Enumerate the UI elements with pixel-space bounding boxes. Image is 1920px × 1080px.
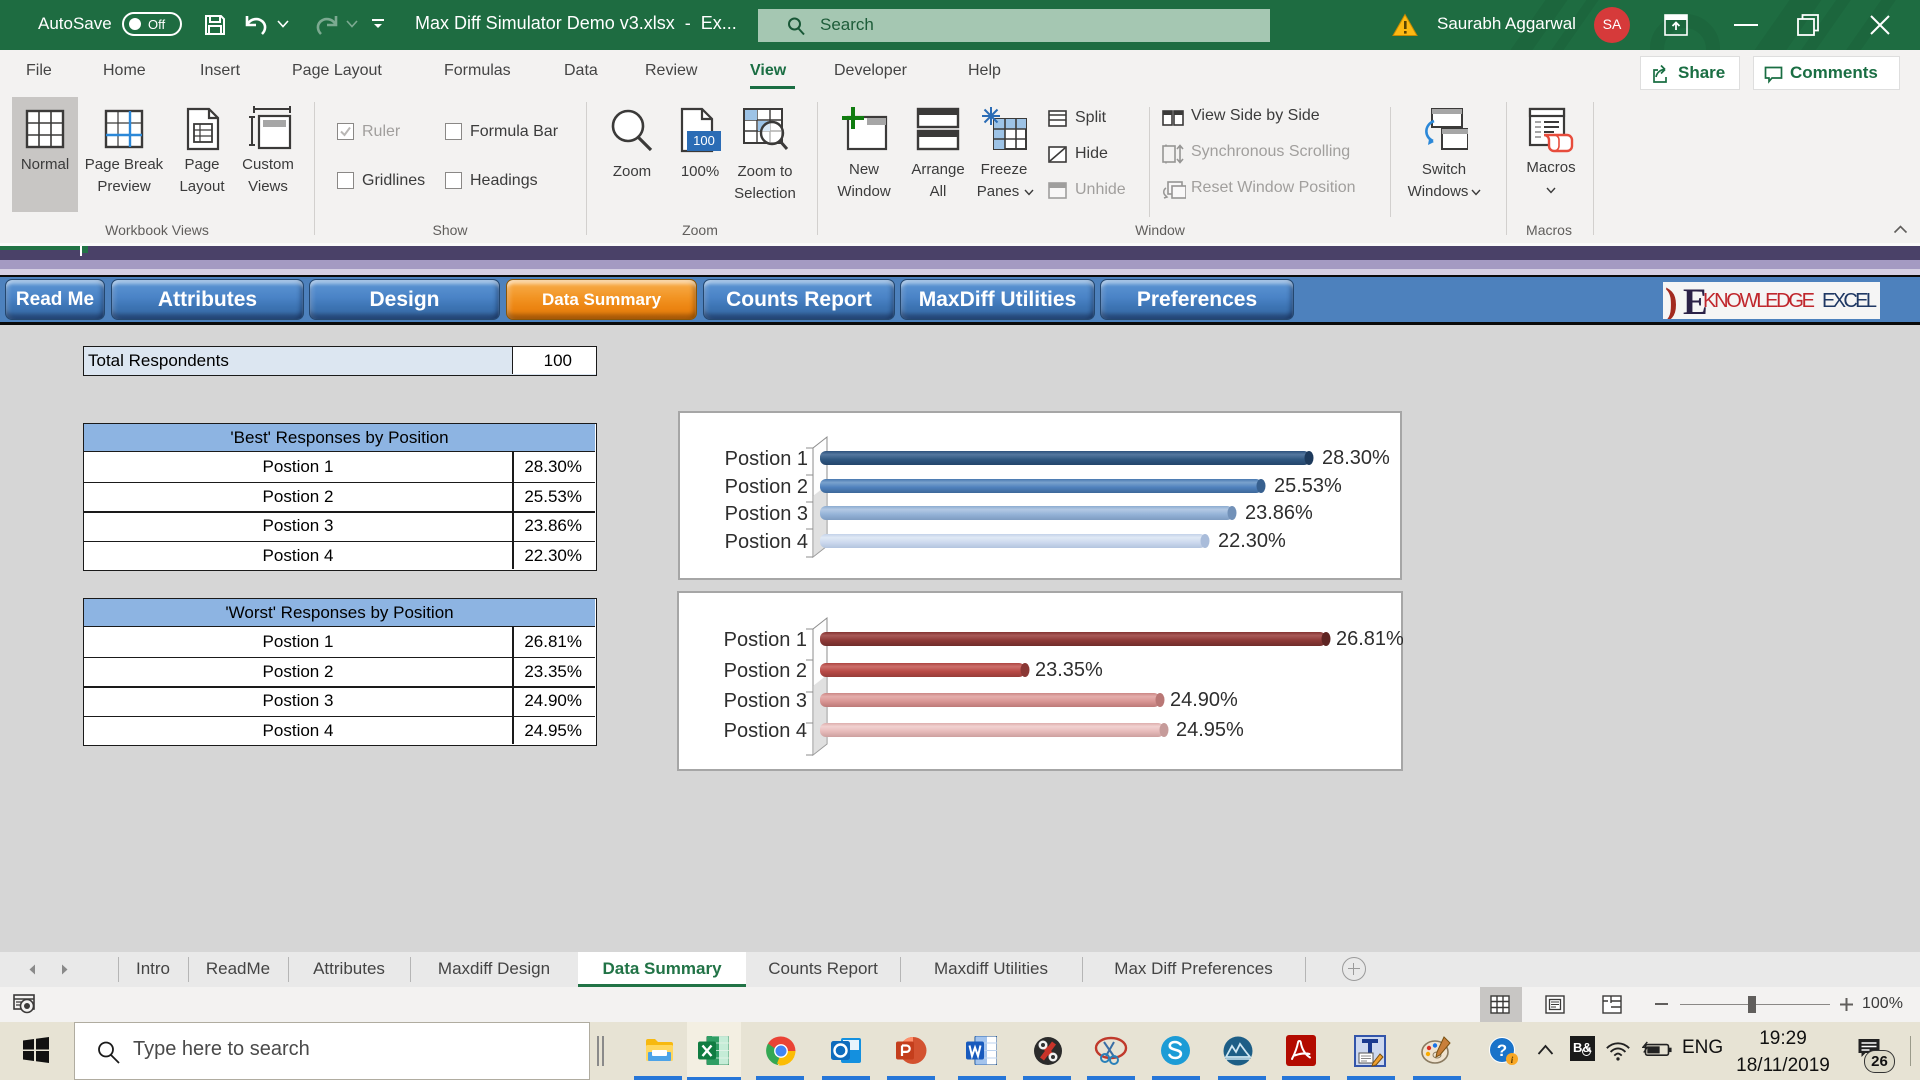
svg-text:?: ? (1497, 1041, 1507, 1060)
svg-text:24.95%: 24.95% (1176, 719, 1244, 741)
svg-text:25.53%: 25.53% (1274, 475, 1342, 497)
svg-text:23.35%: 23.35% (1035, 659, 1103, 681)
svg-text:Postion 4: Postion 4 (724, 720, 807, 742)
svg-text:24.90%: 24.90% (1170, 689, 1238, 711)
svg-text:26.81%: 26.81% (1336, 628, 1403, 650)
svg-text:28.30%: 28.30% (1322, 447, 1390, 469)
svg-text:Postion 3: Postion 3 (724, 690, 807, 712)
svg-text:Postion 1: Postion 1 (725, 448, 808, 470)
svg-text:22.30%: 22.30% (1218, 530, 1286, 552)
svg-text:Postion 2: Postion 2 (725, 476, 808, 498)
svg-text:): ) (1665, 282, 1678, 319)
svg-text:Postion 1: Postion 1 (724, 629, 807, 651)
svg-text:23.86%: 23.86% (1245, 502, 1313, 524)
svg-text:EXCEL: EXCEL (1822, 290, 1877, 312)
svg-text:Postion 4: Postion 4 (725, 531, 808, 553)
svg-text:KNOWLEDGE: KNOWLEDGE (1703, 290, 1815, 312)
svg-text:Postion 3: Postion 3 (725, 503, 808, 525)
svg-text:Postion 2: Postion 2 (724, 660, 807, 682)
